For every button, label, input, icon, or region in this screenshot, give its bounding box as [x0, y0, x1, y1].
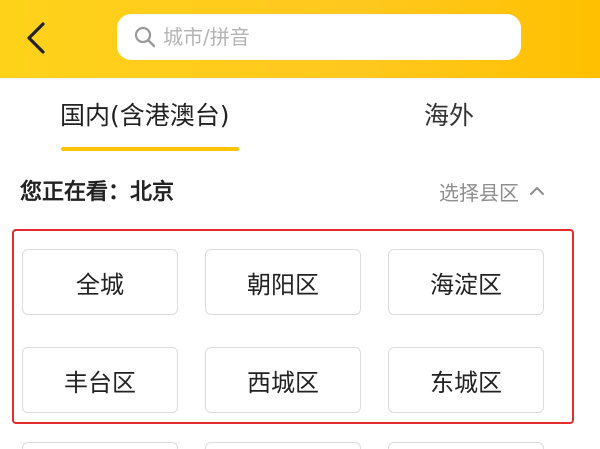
district-button-haidian[interactable]: 海淀区 [388, 249, 544, 315]
search-input[interactable] [163, 25, 503, 49]
city-picker-page: 国内(含港澳台) 海外 您正在看：北京 选择县区 全城 朝阳区 海淀区 丰台区 … [0, 0, 600, 449]
header-bar [0, 0, 600, 78]
search-box[interactable] [117, 14, 521, 60]
district-button-partial[interactable] [22, 442, 178, 449]
district-button-partial[interactable] [205, 442, 361, 449]
back-button[interactable] [14, 16, 58, 60]
district-button-fengtai[interactable]: 丰台区 [22, 347, 178, 413]
district-button-partial[interactable] [388, 442, 544, 449]
district-button-dongcheng[interactable]: 东城区 [388, 347, 544, 413]
tab-overseas[interactable]: 海外 [424, 96, 474, 136]
district-button-chaoyang[interactable]: 朝阳区 [205, 249, 361, 315]
chevron-up-icon [530, 187, 544, 195]
search-icon [133, 25, 157, 49]
select-district-button[interactable]: 选择县区 [439, 176, 545, 206]
select-district-label: 选择县区 [439, 180, 519, 205]
current-city-label: 您正在看： [20, 180, 131, 205]
district-button-xicheng[interactable]: 西城区 [205, 347, 361, 413]
chevron-left-icon [27, 22, 45, 54]
district-button-all[interactable]: 全城 [22, 249, 178, 315]
active-tab-indicator [61, 147, 239, 151]
current-city-name: 北京 [130, 180, 175, 205]
current-city-row: 您正在看：北京 [20, 174, 174, 208]
tab-domestic[interactable]: 国内(含港澳台) [60, 96, 230, 136]
